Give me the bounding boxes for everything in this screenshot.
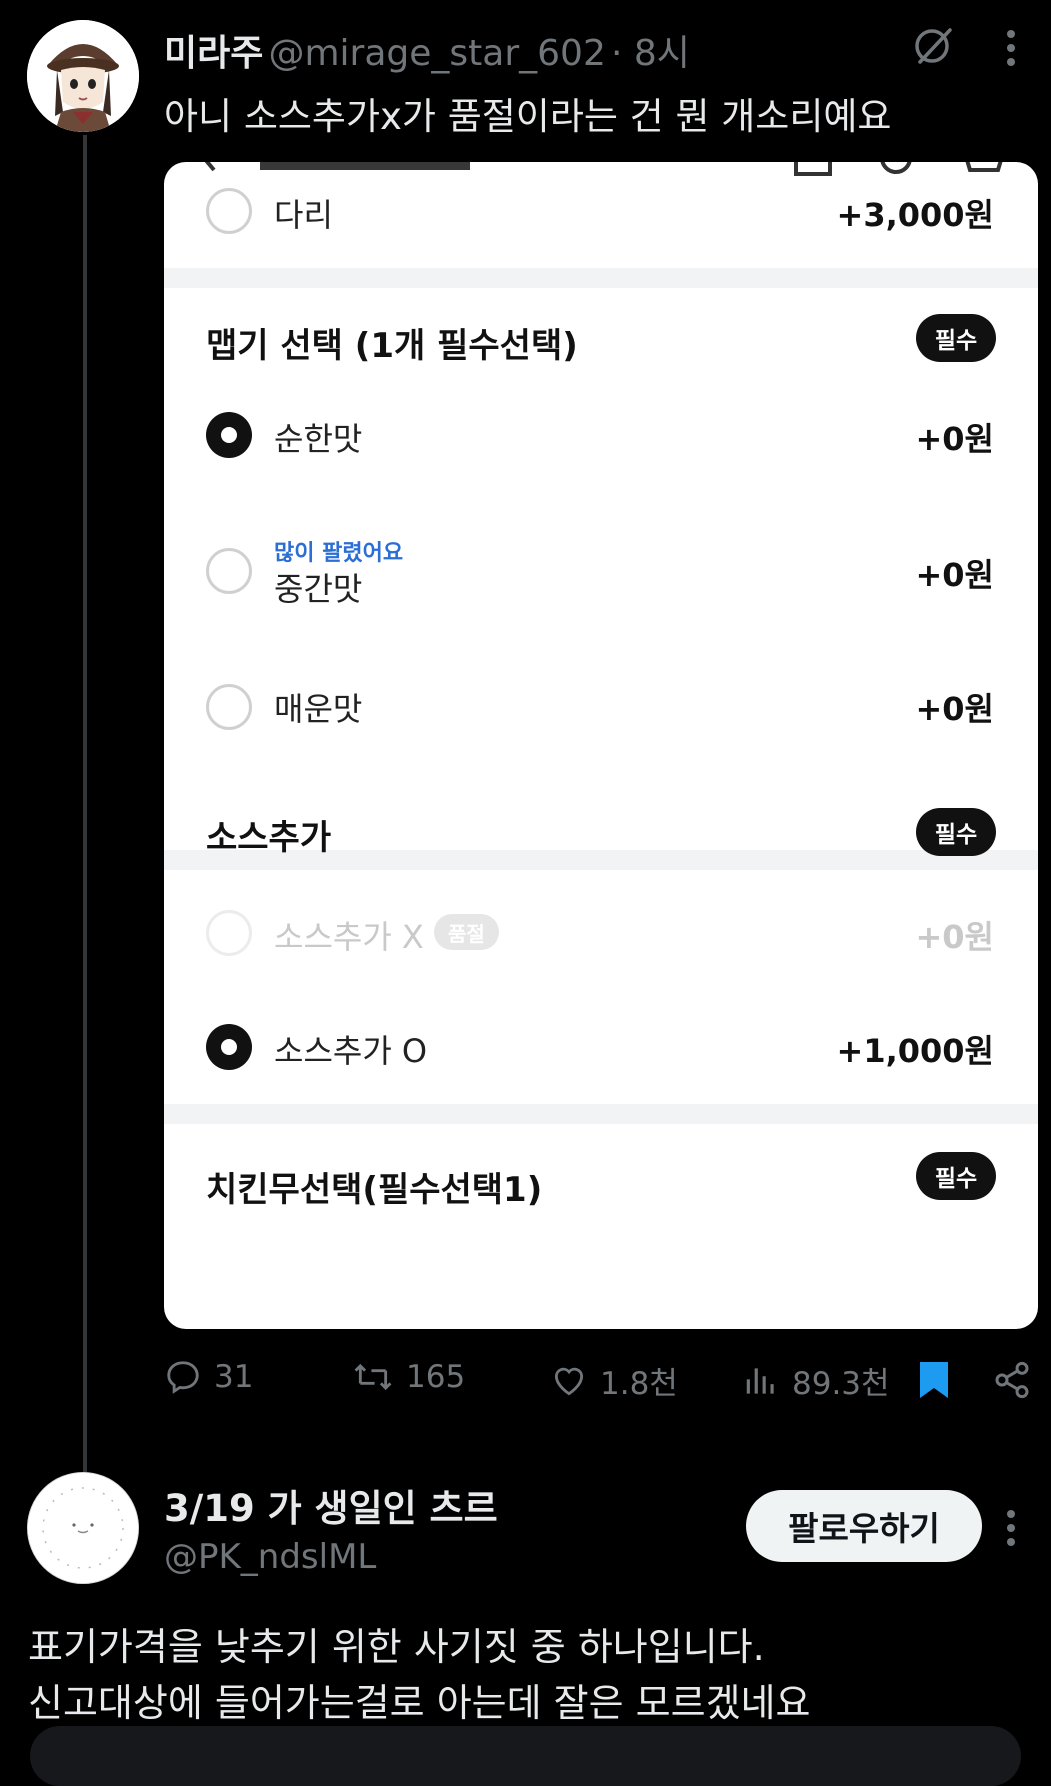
like-button[interactable]: 1.8천 [550, 1358, 678, 1403]
app-topbar-remnant [164, 162, 1038, 180]
option-label: 순한맛 [274, 420, 363, 458]
views-count: 89.3천 [792, 1366, 890, 1402]
option-price: +0원 [915, 420, 994, 458]
soldout-badge: 품절 [434, 914, 499, 950]
required-badge: 필수 [916, 1152, 996, 1200]
grok-icon[interactable] [912, 24, 956, 72]
section-divider [164, 1104, 1038, 1124]
retweet-icon [354, 1363, 392, 1391]
reply-count: 31 [214, 1359, 254, 1395]
radio-option-no-sauce [206, 910, 252, 956]
bookmark-icon[interactable] [918, 1360, 950, 1404]
option-label: 매운맛 [274, 690, 363, 728]
radio-option-medium[interactable] [206, 548, 252, 594]
reply-button[interactable]: 31 [164, 1358, 253, 1396]
retweet-count: 165 [406, 1359, 466, 1395]
reply-author-name[interactable]: 3/19 가 생일인 츠르 [164, 1478, 498, 1532]
author-handle[interactable]: @mirage_star_602 [268, 33, 605, 74]
tweet-header: 미라주 @mirage_star_602 · 8시 [164, 24, 690, 76]
section-divider [164, 268, 1038, 288]
reply-author-avatar[interactable] [27, 1472, 139, 1584]
option-label: 소스추가 X [274, 918, 424, 956]
follow-button[interactable]: 팔로우하기 [746, 1490, 982, 1562]
author-avatar[interactable] [27, 20, 139, 132]
radio-option-leg[interactable] [206, 188, 252, 234]
option-label: 다리 [274, 196, 333, 234]
reply-more-options-icon[interactable] [1005, 1508, 1017, 1552]
reply-text-line1: 표기가격을 낮추기 위한 사기짓 중 하나입니다. [28, 1625, 765, 1669]
option-price: +3,000원 [836, 196, 994, 234]
author-name[interactable]: 미라주 [164, 33, 263, 74]
reply-composer-bar[interactable] [30, 1726, 1021, 1786]
section-title-sauce: 소스추가 [206, 818, 332, 858]
option-price: +1,000원 [836, 1032, 994, 1070]
thread-line [83, 135, 87, 1475]
like-count: 1.8천 [600, 1366, 678, 1402]
views-button[interactable]: 89.3천 [742, 1358, 890, 1403]
tweet-text: 아니 소스추가x가 품절이라는 건 뭔 개소리예요 [164, 95, 892, 138]
retweet-button[interactable]: 165 [352, 1358, 465, 1396]
option-price: +0원 [915, 918, 994, 956]
more-options-icon[interactable] [1005, 28, 1017, 74]
reply-author-handle[interactable]: @PK_ndslML [164, 1537, 376, 1577]
radio-option-add-sauce[interactable] [206, 1024, 252, 1070]
popular-tag: 많이 팔렸어요 [274, 541, 404, 566]
analytics-icon [746, 1367, 774, 1394]
tweet-media-image[interactable]: 다리 +3,000원 맵기 선택 (1개 필수선택) 필수 순한맛 +0원 많이… [164, 162, 1038, 1329]
option-price: +0원 [915, 690, 994, 728]
required-badge: 필수 [916, 314, 996, 362]
option-label: 소스추가 O [274, 1032, 428, 1070]
avatar-illustration [27, 20, 139, 132]
section-title-spice: 맵기 선택 (1개 필수선택) [206, 326, 578, 366]
required-badge: 필수 [916, 808, 996, 856]
tweet-time[interactable]: · 8시 [611, 33, 690, 74]
heart-icon [554, 1367, 584, 1395]
reply-icon [167, 1361, 199, 1394]
share-icon[interactable] [992, 1360, 1032, 1404]
avatar-illustration [28, 1473, 138, 1583]
option-label: 중간맛 [274, 570, 363, 608]
radio-option-hot[interactable] [206, 684, 252, 730]
reply-text-line2: 신고대상에 들어가는걸로 아는데 잘은 모르겠네요 [28, 1681, 811, 1725]
option-price: +0원 [915, 556, 994, 594]
radio-option-mild[interactable] [206, 412, 252, 458]
section-title-radish: 치킨무선택(필수선택1) [206, 1170, 543, 1210]
